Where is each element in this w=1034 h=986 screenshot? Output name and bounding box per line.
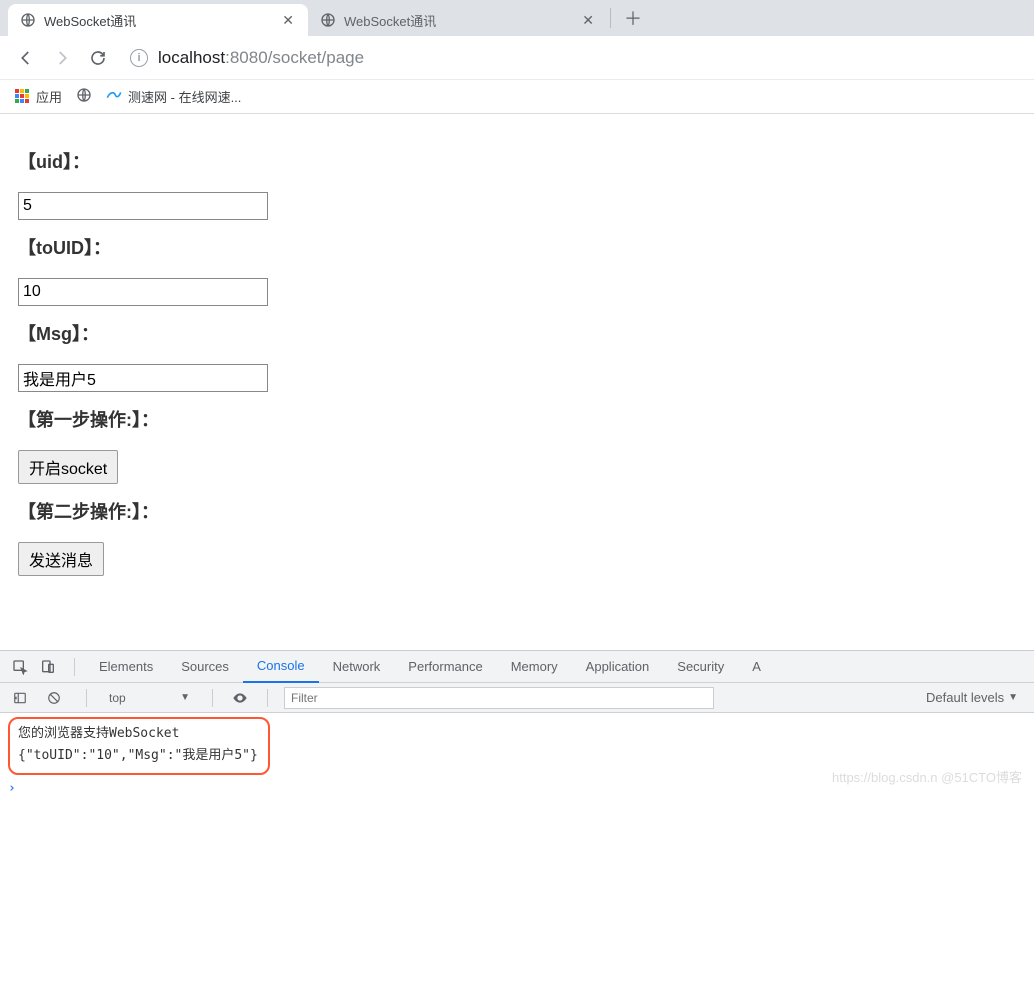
inspect-element-icon[interactable] <box>8 655 32 679</box>
site-info-icon[interactable]: i <box>130 49 148 67</box>
console-sidebar-toggle-icon[interactable] <box>8 686 32 710</box>
close-icon[interactable]: ✕ <box>280 12 296 29</box>
apps-grid-icon <box>14 89 30 105</box>
log-levels-dropdown[interactable]: Default levels ▼ <box>926 690 1026 705</box>
apps-label: 应用 <box>36 87 62 106</box>
bookmark-item-speedtest[interactable]: 测速网 - 在线网速... <box>106 87 241 106</box>
watermark-text: https://blog.csdn.n @51CTO博客 <box>832 767 1022 786</box>
msg-input[interactable] <box>18 364 268 392</box>
console-filter-input[interactable] <box>284 687 714 709</box>
uid-label: 【uid】： <box>18 148 1016 174</box>
url-text: localhost:8080/socket/page <box>158 48 364 68</box>
globe-icon <box>320 12 336 28</box>
console-toolbar: top ▼ Default levels ▼ <box>0 683 1034 713</box>
console-log-line: {"toUID":"10","Msg":"我是用户5"} <box>18 745 258 767</box>
bookmark-item[interactable] <box>76 87 92 106</box>
devtools-tab-console[interactable]: Console <box>243 651 319 683</box>
devtools-tab-network[interactable]: Network <box>319 651 395 683</box>
devtools-tab-memory[interactable]: Memory <box>497 651 572 683</box>
reload-button[interactable] <box>82 42 114 74</box>
console-log-group: 您的浏览器支持WebSocket {"toUID":"10","Msg":"我是… <box>8 717 270 775</box>
close-icon[interactable]: ✕ <box>580 12 596 29</box>
devtools-tab-sources[interactable]: Sources <box>167 651 243 683</box>
devtools-tab-elements[interactable]: Elements <box>85 651 167 683</box>
msg-label: 【Msg】： <box>18 320 1016 346</box>
console-log-line: 您的浏览器支持WebSocket <box>18 723 258 745</box>
step1-label: 【第一步操作:】： <box>18 406 1016 432</box>
console-output: 您的浏览器支持WebSocket {"toUID":"10","Msg":"我是… <box>0 713 1034 806</box>
devtools-tab-application[interactable]: Application <box>572 651 664 683</box>
devtools-panel: Elements Sources Console Network Perform… <box>0 650 1034 806</box>
chevron-down-icon: ▼ <box>1008 692 1018 703</box>
devtools-tab-more[interactable]: A <box>738 651 775 683</box>
page-content: 【uid】： 【toUID】： 【Msg】： 【第一步操作:】： 开启socke… <box>0 114 1034 596</box>
separator <box>86 689 87 707</box>
tab-title: WebSocket通讯 <box>344 11 572 30</box>
bookmark-label: 测速网 - 在线网速... <box>128 87 241 106</box>
step2-label: 【第二步操作:】： <box>18 498 1016 524</box>
separator <box>74 658 75 676</box>
address-bar[interactable]: i localhost:8080/socket/page <box>118 43 1024 73</box>
browser-toolbar: i localhost:8080/socket/page <box>0 36 1034 80</box>
tab-divider <box>610 8 611 28</box>
apps-shortcut[interactable]: 应用 <box>14 87 62 106</box>
context-selector[interactable]: top ▼ <box>103 689 196 707</box>
forward-button[interactable] <box>46 42 78 74</box>
open-socket-button[interactable]: 开启socket <box>18 450 118 484</box>
clear-console-icon[interactable] <box>42 686 66 710</box>
touid-label: 【toUID】： <box>18 234 1016 260</box>
separator <box>212 689 213 707</box>
new-tab-button[interactable]: ＋ <box>619 4 647 32</box>
send-message-button[interactable]: 发送消息 <box>18 542 104 576</box>
browser-tab[interactable]: WebSocket通讯 ✕ <box>8 4 308 36</box>
globe-icon <box>20 12 36 28</box>
uid-input[interactable] <box>18 192 268 220</box>
devtools-tab-security[interactable]: Security <box>663 651 738 683</box>
separator <box>267 689 268 707</box>
bookmarks-bar: 应用 测速网 - 在线网速... <box>0 80 1034 114</box>
speedtest-icon <box>106 87 122 106</box>
globe-icon <box>76 87 92 106</box>
live-expression-icon[interactable] <box>229 687 251 709</box>
tab-title: WebSocket通讯 <box>44 11 272 30</box>
devtools-tab-performance[interactable]: Performance <box>394 651 496 683</box>
browser-tab[interactable]: WebSocket通讯 ✕ <box>308 4 608 36</box>
device-toggle-icon[interactable] <box>36 655 60 679</box>
devtools-tabbar: Elements Sources Console Network Perform… <box>0 651 1034 683</box>
touid-input[interactable] <box>18 278 268 306</box>
browser-tab-bar: WebSocket通讯 ✕ WebSocket通讯 ✕ ＋ <box>0 0 1034 36</box>
back-button[interactable] <box>10 42 42 74</box>
